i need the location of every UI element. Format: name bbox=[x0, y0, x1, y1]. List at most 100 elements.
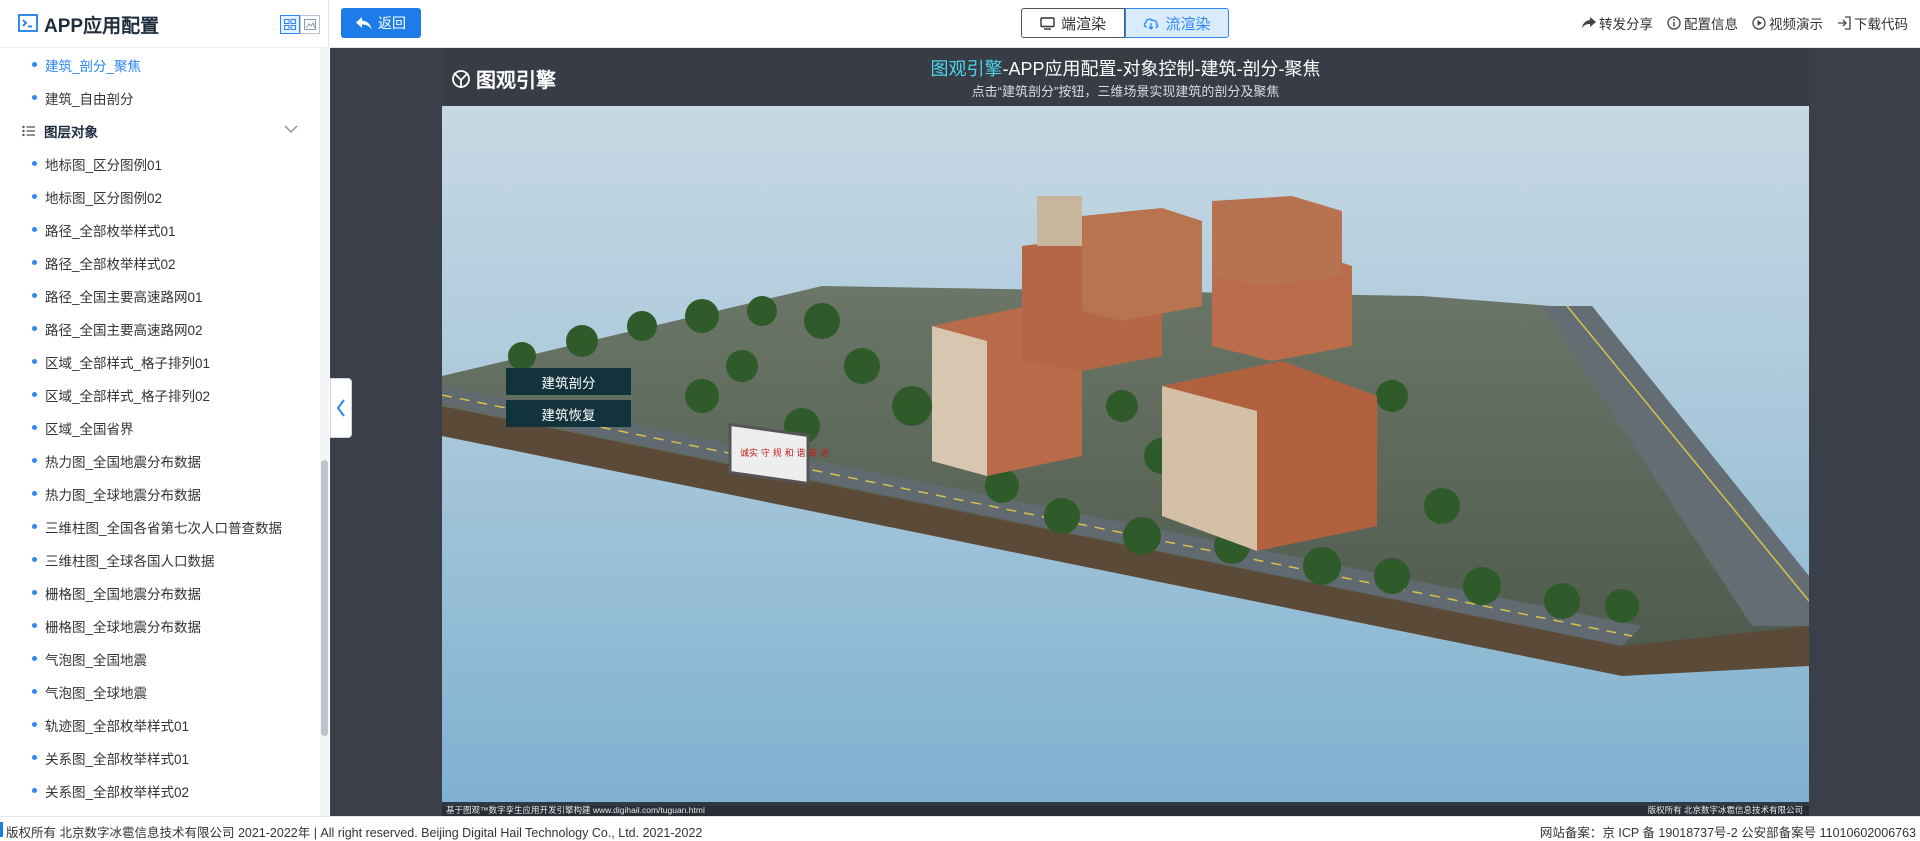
bullet-dot-icon bbox=[32, 326, 37, 331]
sidebar-item[interactable]: 地标图_区分图例02 bbox=[0, 180, 320, 213]
download-code-icon bbox=[1838, 16, 1851, 30]
scrollbar-thumb[interactable] bbox=[321, 460, 328, 736]
sidebar-item-label: 气泡图_全球地震 bbox=[45, 685, 148, 701]
bullet-dot-icon bbox=[32, 623, 37, 628]
scene-title: 图观引擎-APP应用配置-对象控制-建筑-剖分-聚焦 bbox=[442, 55, 1809, 81]
sidebar: APP应用配置 建筑_剖分_聚焦 建筑_自由剖分图层对象地标图_区分图例01 地标图… bbox=[0, 0, 329, 816]
sidebar-group-layers[interactable]: 图层对象 bbox=[0, 114, 320, 147]
sidebar-item-label: 区域_全部样式_格子排列01 bbox=[45, 355, 211, 371]
sidebar-item-label: 栅格图_全国地震分布数据 bbox=[45, 586, 202, 602]
bullet-dot-icon bbox=[32, 557, 37, 562]
render-mode-switch[interactable]: 端渲染 流渲染 bbox=[1021, 8, 1229, 38]
end-render-option[interactable]: 端渲染 bbox=[1021, 8, 1125, 38]
sidebar-item-label: 路径_全部枚举样式02 bbox=[45, 256, 176, 272]
sidebar-item[interactable]: 三维柱图_全国各省第七次人口普查数据 bbox=[0, 510, 320, 543]
back-arrow-icon bbox=[356, 16, 372, 29]
image-view-icon[interactable] bbox=[300, 15, 320, 34]
sidebar-item-label: 路径_全国主要高速路网01 bbox=[45, 289, 203, 305]
list-icon bbox=[22, 125, 35, 136]
sidebar-item[interactable]: 关系图_全部枚举样式01 bbox=[0, 741, 320, 774]
info-circle-icon bbox=[1667, 16, 1681, 30]
cloud-download-icon bbox=[1144, 17, 1159, 30]
sidebar-item[interactable]: 区域_全部样式_格子排列02 bbox=[0, 378, 320, 411]
sidebar-item-label: 关系图_全部枚举样式01 bbox=[45, 751, 190, 767]
sidebar-item[interactable]: 栅格图_全国地震分布数据 bbox=[0, 576, 320, 609]
3d-scene[interactable]: 诚实 守 规 和 谐 奋 进 图观引擎 图观引擎-APP应用配置-对象控制-建筑… bbox=[442, 48, 1809, 816]
terminal-window-icon bbox=[18, 14, 38, 32]
video-demo-button[interactable]: 视频演示 bbox=[1752, 13, 1823, 33]
sidebar-item[interactable]: 轨迹图_全部枚举样式01 bbox=[0, 708, 320, 741]
grid-view-icon[interactable] bbox=[280, 15, 300, 34]
scene-title-brand: 图观引擎 bbox=[930, 59, 1003, 79]
footer-icp: 网站备案：京 ICP 备 19018737号-2 公安部备案号 11010602… bbox=[1539, 826, 1916, 840]
sidebar-item-label: 三维柱图_全国各省第七次人口普查数据 bbox=[45, 520, 283, 536]
sidebar-collapse-button[interactable] bbox=[330, 378, 352, 438]
bullet-dot-icon bbox=[32, 95, 37, 100]
sidebar-item-label: 地标图_区分图例01 bbox=[45, 157, 163, 173]
footer-accent-bar bbox=[0, 822, 3, 837]
bullet-dot-icon bbox=[32, 788, 37, 793]
sidebar-item-label: 三维柱图_全球各国人口数据 bbox=[45, 553, 215, 569]
sidebar-item[interactable]: 三维柱图_全球各国人口数据 bbox=[0, 543, 320, 576]
building-split-button[interactable]: 建筑剖分 bbox=[506, 368, 631, 395]
sidebar-item-label: 路径_全部枚举样式01 bbox=[45, 223, 176, 239]
bullet-dot-icon bbox=[32, 689, 37, 694]
top-actions: 转发分享 配置信息 视频演示 下载代码 bbox=[1582, 13, 1908, 33]
view-toggle[interactable] bbox=[280, 15, 320, 34]
sidebar-item[interactable]: 气泡图_全球地震 bbox=[0, 675, 320, 708]
config-info-label: 配置信息 bbox=[1684, 17, 1738, 32]
sidebar-item[interactable]: 热力图_全国地震分布数据 bbox=[0, 444, 320, 477]
sidebar-item[interactable]: 区域_全国省界 bbox=[0, 411, 320, 444]
scene-subtitle: 点击“建筑剖分”按钮，三维场景实现建筑的剖分及聚焦 bbox=[971, 84, 1280, 99]
stream-render-option[interactable]: 流渲染 bbox=[1125, 8, 1229, 38]
bullet-dot-icon bbox=[32, 524, 37, 529]
sidebar-item-label: 路径_全国主要高速路网02 bbox=[45, 322, 203, 338]
building-restore-button[interactable]: 建筑恢复 bbox=[506, 400, 631, 427]
config-info-button[interactable]: 配置信息 bbox=[1667, 13, 1738, 33]
sidebar-item[interactable]: 区域_全部样式_格子排列01 bbox=[0, 345, 320, 378]
bullet-dot-icon bbox=[32, 458, 37, 463]
chevron-down-icon[interactable] bbox=[284, 124, 298, 134]
sidebar-group-label: 图层对象 bbox=[44, 124, 98, 140]
bullet-dot-icon bbox=[32, 62, 37, 67]
sidebar-scrollbar[interactable] bbox=[320, 48, 329, 816]
sidebar-item-label: 轨迹图_全部枚举样式01 bbox=[45, 718, 190, 734]
share-button[interactable]: 转发分享 bbox=[1582, 13, 1653, 33]
sidebar-item[interactable]: 路径_全部枚举样式02 bbox=[0, 246, 320, 279]
bullet-dot-icon bbox=[32, 194, 37, 199]
sidebar-item[interactable]: 气泡图_全国地震 bbox=[0, 642, 320, 675]
sidebar-item[interactable]: 建筑_自由剖分 bbox=[0, 81, 320, 114]
scene-footer: 基于图观™数字孪生应用开发引擎构建 www.digihail.com/tugua… bbox=[442, 802, 1809, 816]
bullet-dot-icon bbox=[32, 722, 37, 727]
sidebar-item[interactable]: 关系图_全部枚举样式02 bbox=[0, 774, 320, 807]
bullet-dot-icon bbox=[32, 590, 37, 595]
sidebar-item-label: 区域_全部样式_格子排列02 bbox=[45, 388, 211, 404]
monitor-icon bbox=[1040, 16, 1055, 30]
bullet-dot-icon bbox=[32, 656, 37, 661]
sidebar-header: APP应用配置 bbox=[0, 0, 329, 48]
bullet-dot-icon bbox=[32, 755, 37, 760]
billboard-text: 诚实 守 规 和 谐 奋 进 bbox=[740, 447, 829, 459]
app-title: APP应用配置 bbox=[44, 16, 160, 37]
scene-footer-right: 版权所有 北京数字冰雹信息技术有限公司 bbox=[1647, 805, 1803, 815]
sidebar-item-label: 区域_全国省界 bbox=[45, 421, 134, 437]
bullet-dot-icon bbox=[32, 227, 37, 232]
sidebar-item[interactable]: 栅格图_全球地震分布数据 bbox=[0, 609, 320, 642]
sidebar-item-label: 关系图_全部枚举样式02 bbox=[45, 784, 190, 800]
sidebar-item[interactable]: 热力图_全球地震分布数据 bbox=[0, 477, 320, 510]
sidebar-item[interactable]: 路径_全国主要高速路网01 bbox=[0, 279, 320, 312]
sidebar-item[interactable]: 路径_全国主要高速路网02 bbox=[0, 312, 320, 345]
play-circle-icon bbox=[1752, 16, 1766, 30]
scene-title-rest: -APP应用配置-对象控制-建筑-剖分-聚焦 bbox=[1002, 59, 1321, 79]
sidebar-item-label: 栅格图_全球地震分布数据 bbox=[45, 619, 202, 635]
chevron-left-icon bbox=[336, 399, 345, 417]
sidebar-item[interactable]: 路径_全部枚举样式01 bbox=[0, 213, 320, 246]
download-code-button[interactable]: 下载代码 bbox=[1837, 13, 1908, 33]
sidebar-item[interactable]: 建筑_剖分_聚焦 bbox=[0, 48, 320, 81]
sidebar-item[interactable]: 地标图_区分图例01 bbox=[0, 147, 320, 180]
share-arrow-icon bbox=[1582, 17, 1596, 29]
stream-render-label: 流渲染 bbox=[1165, 15, 1211, 33]
back-button[interactable]: 返回 bbox=[341, 8, 421, 38]
scene-render[interactable]: 诚实 守 规 和 谐 奋 进 bbox=[442, 106, 1809, 806]
bullet-dot-icon bbox=[32, 293, 37, 298]
